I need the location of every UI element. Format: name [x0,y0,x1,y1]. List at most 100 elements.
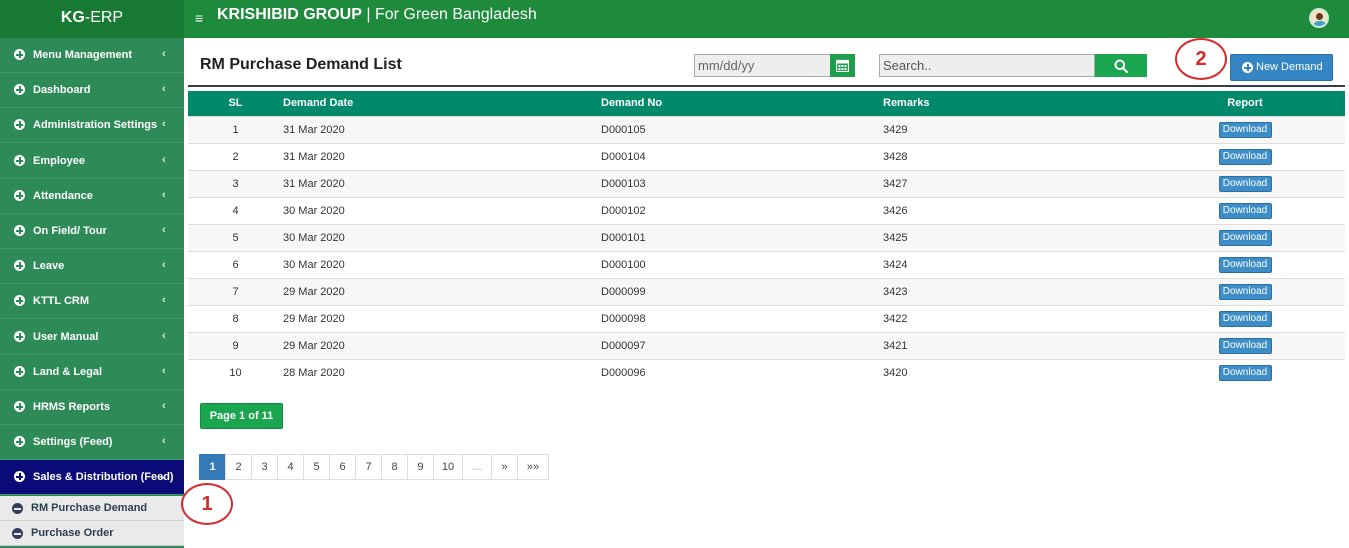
sidebar-item-label: Land & Legal [33,366,103,378]
cell-demand-date: 29 Mar 2020 [283,277,601,305]
download-button[interactable]: Download [1218,121,1272,138]
search-button[interactable] [1095,54,1147,77]
download-button[interactable]: Download [1218,202,1272,219]
cell-sl: 2 [188,142,283,170]
calendar-button[interactable] [830,54,855,77]
pager-link[interactable]: 10 [433,454,463,480]
download-button[interactable]: Download [1218,148,1272,165]
sidebar-item-dashboard[interactable]: Dashboard ‹ [0,73,184,108]
minus-circle-icon [12,503,23,514]
cell-demand-date: 29 Mar 2020 [283,304,601,332]
search-input[interactable] [879,54,1095,77]
plus-circle-icon [1242,62,1253,73]
cell-sl: 9 [188,331,283,359]
download-button[interactable]: Download [1218,175,1272,192]
pager-current[interactable]: 1 [199,454,226,480]
cell-sl: 4 [188,196,283,224]
sidebar-subitem-label: Purchase Order [31,527,114,539]
calendar-icon [836,59,849,72]
table-row: 6 30 Mar 2020 D000100 3424 Download [188,250,1345,278]
pager-link[interactable]: 9 [407,454,434,480]
app-title: KRISHIBID GROUP | For Green Bangladesh [217,6,537,24]
brand-logo[interactable]: KG-ERP [0,0,184,38]
plus-circle-icon [14,119,25,130]
pager-link[interactable]: » [491,454,518,480]
plus-circle-icon [14,295,25,306]
pager-link[interactable]: 7 [355,454,382,480]
cell-demand-no: D000102 [601,196,883,224]
sidebar-item-kttl-crm[interactable]: KTTL CRM ‹ [0,284,184,319]
col-sl: SL [188,91,283,116]
chevron-left-icon: ‹ [162,435,166,447]
cell-sl: 5 [188,223,283,251]
plus-circle-icon [14,84,25,95]
cell-demand-no: D000098 [601,304,883,332]
pager-link[interactable]: 3 [251,454,278,480]
chevron-left-icon: ‹ [162,365,166,377]
minus-circle-icon [12,528,23,539]
cell-demand-date: 30 Mar 2020 [283,223,601,251]
search-icon [1114,59,1128,73]
new-demand-button[interactable]: New Demand [1230,54,1333,81]
sidebar-item-hrms-reports[interactable]: HRMS Reports ‹ [0,390,184,425]
cell-demand-date: 29 Mar 2020 [283,331,601,359]
sidebar-item-land-legal[interactable]: Land & Legal ‹ [0,355,184,390]
sidebar-item-on-field-tour[interactable]: On Field/ Tour ‹ [0,214,184,249]
sidebar-item-employee[interactable]: Employee ‹ [0,144,184,179]
table-row: 1 31 Mar 2020 D000105 3429 Download [188,115,1345,143]
table-row: 9 29 Mar 2020 D000097 3421 Download [188,331,1345,359]
sidebar-subitem-rm-purchase-demand[interactable]: RM Purchase Demand [0,496,184,521]
download-button[interactable]: Download [1218,337,1272,354]
hamburger-icon[interactable]: ≡ [195,10,203,26]
sidebar-item-attendance[interactable]: Attendance ‹ [0,179,184,214]
chevron-left-icon: ‹ [162,154,166,166]
chevron-left-icon: ‹ [162,48,166,60]
cell-demand-date: 31 Mar 2020 [283,142,601,170]
plus-circle-icon [14,190,25,201]
sidebar-item-administration-settings[interactable]: Administration Settings ‹ [0,108,184,143]
sidebar-item-settings-feed[interactable]: Settings (Feed) ‹ [0,425,184,460]
pager-link[interactable]: 8 [381,454,408,480]
cell-report: Download [1145,277,1345,305]
user-avatar[interactable] [1309,8,1329,28]
cell-sl: 10 [188,358,283,386]
pager-link[interactable]: »» [517,454,549,480]
pager-link[interactable]: 4 [277,454,304,480]
cell-report: Download [1145,331,1345,359]
download-button[interactable]: Download [1218,364,1272,381]
chevron-left-icon: ‹ [162,294,166,306]
table-row: 8 29 Mar 2020 D000098 3422 Download [188,304,1345,332]
sidebar-subitem-purchase-order[interactable]: Purchase Order [0,521,184,546]
download-button[interactable]: Download [1218,310,1272,327]
org-name: KRISHIBID GROUP [217,6,362,23]
cell-sl: 7 [188,277,283,305]
table-header-row: SL Demand Date Demand No Remarks Report [188,91,1345,116]
cell-sl: 6 [188,250,283,278]
cell-report: Download [1145,304,1345,332]
sidebar-item-label: Leave [33,260,65,272]
pager-link[interactable]: 2 [225,454,252,480]
chevron-left-icon: ‹ [162,83,166,95]
download-button[interactable]: Download [1218,229,1272,246]
sidebar-item-leave[interactable]: Leave ‹ [0,249,184,284]
table-row: 2 31 Mar 2020 D000104 3428 Download [188,142,1345,170]
table-row: 5 30 Mar 2020 D000101 3425 Download [188,223,1345,251]
chevron-left-icon: ‹ [162,259,166,271]
cell-demand-date: 30 Mar 2020 [283,196,601,224]
pager-link[interactable]: 5 [303,454,330,480]
sidebar-item-label: Attendance [33,190,93,202]
sidebar-item-menu-management[interactable]: Menu Management ‹ [0,38,184,73]
date-filter-input[interactable] [694,54,831,77]
download-button[interactable]: Download [1218,256,1272,273]
sidebar-item-label: Dashboard [33,84,91,96]
cell-demand-no: D000101 [601,223,883,251]
sidebar-item-label: Administration Settings [33,119,158,131]
table-row: 4 30 Mar 2020 D000102 3426 Download [188,196,1345,224]
download-button[interactable]: Download [1218,283,1272,300]
pager-link[interactable]: 6 [329,454,356,480]
sidebar-item-sales-distribution-feed[interactable]: Sales & Distribution (Feed) ⌄ [0,460,184,495]
plus-circle-icon [14,225,25,236]
sidebar-item-user-manual[interactable]: User Manual ‹ [0,320,184,355]
cell-remarks: 3428 [883,142,1145,170]
sidebar-item-label: HRMS Reports [33,401,111,413]
